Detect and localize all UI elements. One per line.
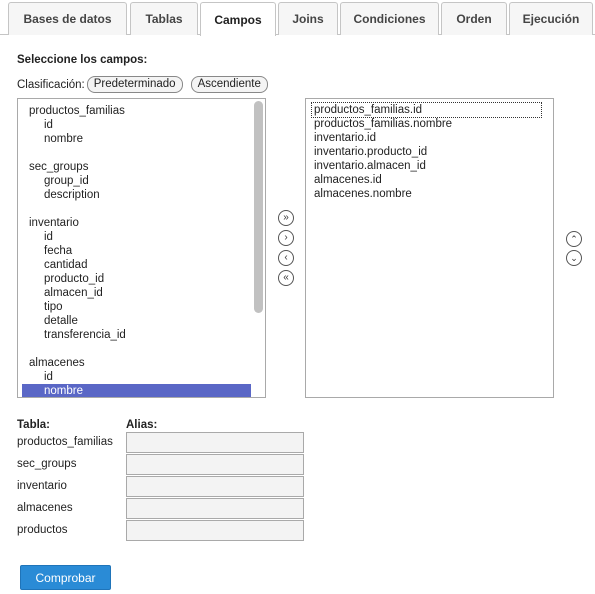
tab-bar: Bases de datos Tablas Campos Joins Condi… — [0, 0, 595, 36]
tab-campos[interactable]: Campos — [200, 2, 276, 36]
tab-ejecucion[interactable]: Ejecución — [509, 2, 593, 35]
list-item[interactable]: inventario.almacen_id — [312, 159, 553, 173]
classification-label: Clasificación: — [17, 78, 85, 91]
list-item[interactable]: productos_familias.id — [311, 102, 542, 118]
list-item[interactable]: tipo — [22, 300, 251, 314]
scrollbar-thumb[interactable] — [254, 101, 263, 313]
list-item[interactable]: cantidad — [22, 258, 251, 272]
list-item[interactable]: nombre — [22, 132, 251, 146]
tab-condiciones[interactable]: Condiciones — [340, 2, 439, 35]
list-item[interactable]: description — [22, 188, 251, 202]
tab-bases-de-datos[interactable]: Bases de datos — [8, 2, 127, 35]
list-item[interactable]: group_id — [22, 174, 251, 188]
list-item[interactable]: almacenes.nombre — [312, 187, 553, 201]
alias-input[interactable] — [126, 520, 304, 541]
list-item[interactable]: almacen_id — [22, 286, 251, 300]
alias-input[interactable] — [126, 432, 304, 453]
table-name: productos_familias — [17, 436, 113, 448]
list-item[interactable]: transferencia_id — [22, 328, 251, 342]
alias-input[interactable] — [126, 454, 304, 475]
default-order-button[interactable]: Predeterminado — [86, 76, 183, 93]
table-row: inventario — [17, 476, 307, 498]
alias-input[interactable] — [126, 476, 304, 497]
tab-joins[interactable]: Joins — [278, 2, 338, 35]
list-item[interactable]: inventario.producto_id — [312, 145, 553, 159]
table-row: productos_familias — [17, 432, 307, 454]
optgroup-label: almacenes — [29, 357, 85, 369]
optgroup-label: productos_familias — [29, 105, 125, 117]
remove-selected-icon[interactable]: ‹ — [278, 250, 294, 266]
add-selected-icon[interactable]: › — [278, 230, 294, 246]
tab-tablas[interactable]: Tablas — [130, 2, 198, 35]
list-item[interactable]: almacenes.id — [312, 173, 553, 187]
table-column-header: Tabla: — [17, 419, 51, 431]
add-all-icon[interactable]: » — [278, 210, 294, 226]
list-item-selected[interactable]: nombre — [22, 384, 251, 397]
ascending-order-button[interactable]: Ascendiente — [190, 76, 268, 93]
remove-all-icon[interactable]: « — [278, 270, 294, 286]
alias-column-header: Alias: — [126, 419, 158, 431]
available-fields-list[interactable]: productos_familias id nombre sec_groups … — [17, 98, 266, 398]
table-name: productos — [17, 524, 68, 536]
tab-orden[interactable]: Orden — [441, 2, 507, 35]
list-item[interactable]: id — [22, 370, 251, 384]
optgroup-label: sec_groups — [29, 161, 89, 173]
table-name: almacenes — [17, 502, 73, 514]
table-row: productos — [17, 520, 307, 542]
list-item[interactable]: productos_familias.nombre — [312, 117, 553, 131]
chosen-fields-list[interactable]: productos_familias.id productos_familias… — [305, 98, 554, 398]
table-row: almacenes — [17, 498, 307, 520]
table-row: sec_groups — [17, 454, 307, 476]
submit-button[interactable]: Comprobar — [20, 565, 111, 590]
list-item[interactable]: producto_id — [22, 272, 251, 286]
move-up-icon[interactable]: ⌃ — [566, 231, 582, 247]
list-item[interactable]: id — [22, 118, 251, 132]
alias-input[interactable] — [126, 498, 304, 519]
table-name: sec_groups — [17, 458, 77, 470]
list-item[interactable]: inventario.id — [312, 131, 553, 145]
list-item[interactable]: fecha — [22, 244, 251, 258]
list-item[interactable]: id — [22, 230, 251, 244]
move-down-icon[interactable]: ⌄ — [566, 250, 582, 266]
section-heading: Seleccione los campos: — [17, 54, 148, 66]
table-name: inventario — [17, 480, 67, 492]
list-item[interactable]: detalle — [22, 314, 251, 328]
optgroup-label: inventario — [29, 217, 79, 229]
classification-row: Clasificación: Predeterminado Ascendient… — [17, 76, 268, 93]
